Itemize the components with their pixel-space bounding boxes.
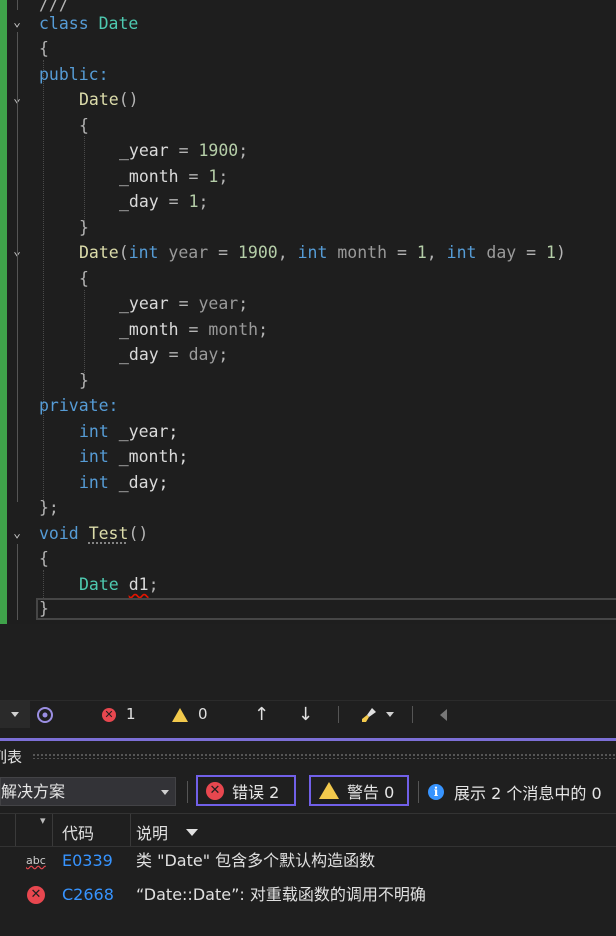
error-circle-icon: ✕ — [102, 707, 116, 722]
separator — [412, 706, 413, 723]
warning-triangle-icon — [172, 707, 188, 722]
error-description: “Date::Date”: 对重载函数的调用不明确 — [136, 885, 426, 904]
sort-down-icon[interactable] — [186, 829, 198, 836]
scope-dropdown[interactable]: 解决方案 — [0, 777, 176, 806]
code-line: _year = 1900; — [119, 141, 249, 160]
code-line: Date() — [79, 90, 139, 109]
error-list-title-bar[interactable]: 列表 — [0, 741, 616, 771]
zoom-dropdown[interactable] — [0, 701, 30, 728]
chevron-down-icon — [161, 790, 169, 795]
code-line: } — [39, 599, 49, 618]
code-line: _day = day; — [119, 345, 229, 364]
error-circle-icon: ✕ — [206, 781, 224, 800]
code-line: }; — [39, 498, 59, 517]
warnings-filter-label: 警告 0 — [347, 782, 395, 802]
error-circle-icon: ✕ — [27, 886, 45, 904]
chevron-down-icon — [386, 712, 394, 717]
code-line: int _month; — [79, 447, 189, 466]
messages-filter-button[interactable]: i 展示 2 个消息中的 0 — [428, 777, 602, 806]
code-line: } — [79, 371, 89, 390]
outline-line — [17, 544, 18, 620]
code-line: { — [39, 549, 49, 568]
arrow-left-icon — [440, 708, 447, 721]
code-line: } — [79, 218, 89, 237]
current-line-highlight — [36, 598, 616, 620]
collapse-class-icon[interactable]: ⌄ — [10, 16, 24, 30]
chevron-down-icon — [11, 712, 19, 717]
grip — [32, 753, 616, 759]
broom-icon — [362, 707, 376, 722]
code-line: Date d1; — [79, 575, 159, 594]
error-list-header: ▾ 代码 说明 — [0, 813, 616, 847]
outline-line — [17, 0, 18, 10]
error-code-link[interactable]: C2668 — [62, 878, 114, 912]
intellicode-icon[interactable] — [36, 701, 56, 728]
code-line: void Test() — [39, 524, 149, 543]
column-separator — [130, 814, 131, 846]
code-line: _day = 1; — [119, 192, 209, 211]
info-icon: i — [428, 783, 444, 800]
code-line: int _day; — [79, 473, 169, 492]
warnings-filter-button[interactable]: 警告 0 — [309, 775, 409, 806]
column-header-code[interactable]: 代码 — [62, 820, 94, 844]
column-header-description[interactable]: 说明 — [136, 820, 168, 844]
error-list-row[interactable]: abc E0339 类 "Date" 包含多个默认构造函数 — [0, 844, 616, 878]
code-line: { — [39, 39, 49, 58]
previous-issue-button[interactable]: ↑ — [254, 701, 269, 728]
scope-value: 解决方案 — [1, 782, 66, 801]
separator — [418, 781, 419, 803]
column-separator — [15, 814, 16, 846]
errors-filter-button[interactable]: ✕ 错误 2 — [196, 775, 296, 806]
code-line: _month = month; — [119, 320, 269, 339]
scroll-left-button[interactable] — [440, 701, 447, 728]
indent-guide — [84, 136, 85, 221]
column-separator — [52, 814, 53, 846]
code-editor[interactable]: ⌄ ⌄ ⌄ ⌄ /// class Date { public: Date() … — [0, 0, 616, 624]
error-count: 1 — [126, 705, 136, 723]
error-description: 类 "Date" 包含多个默认构造函数 — [136, 851, 376, 870]
filter-icon[interactable]: ▾ — [40, 814, 46, 827]
code-line: class Date — [39, 14, 139, 33]
warning-count: 0 — [198, 705, 208, 723]
error-list-toolbar: 解决方案 ✕ 错误 2 警告 0 i 展示 2 个消息中的 0 — [0, 771, 616, 813]
error-count-indicator[interactable]: ✕ 1 — [102, 701, 136, 728]
error-list-row[interactable]: ✕ C2668 “Date::Date”: 对重载函数的调用不明确 — [0, 878, 616, 912]
code-line: _month = 1; — [119, 167, 229, 186]
error-code-link[interactable]: E0339 — [62, 844, 113, 878]
arrow-up-icon: ↑ — [254, 704, 270, 725]
outline-line — [17, 32, 18, 502]
separator — [187, 781, 188, 803]
editor-status-bar: ✕ 1 0 ↑ ↓ — [0, 700, 616, 728]
code-line: int _year; — [79, 422, 179, 441]
messages-filter-label: 展示 2 个消息中的 0 — [454, 783, 602, 803]
collapse-test-icon[interactable]: ⌄ — [10, 527, 24, 541]
splitter[interactable] — [0, 728, 616, 738]
separator — [338, 706, 339, 723]
editor-spacer — [0, 624, 616, 700]
code-line: private: — [39, 396, 119, 415]
panel-title: 列表 — [0, 748, 23, 766]
errors-filter-label: 错误 2 — [232, 782, 280, 802]
warning-count-indicator[interactable]: 0 — [172, 701, 208, 728]
error-squiggle[interactable]: d1 — [129, 575, 149, 594]
change-tracking-bar — [0, 0, 7, 624]
indent-guide — [43, 60, 44, 500]
code-cleanup-button[interactable] — [360, 701, 394, 728]
code-line: { — [79, 269, 89, 288]
next-issue-button[interactable]: ↓ — [298, 701, 313, 728]
arrow-down-icon: ↓ — [298, 704, 314, 725]
indent-guide — [84, 290, 85, 375]
spell-check-icon: abc — [26, 854, 46, 867]
code-line: Date(int year = 1900, int month = 1, int… — [79, 243, 566, 262]
code-line: { — [79, 116, 89, 135]
code-line: _year = year; — [119, 294, 249, 313]
warning-triangle-icon — [319, 782, 339, 799]
code-line: public: — [39, 65, 109, 84]
